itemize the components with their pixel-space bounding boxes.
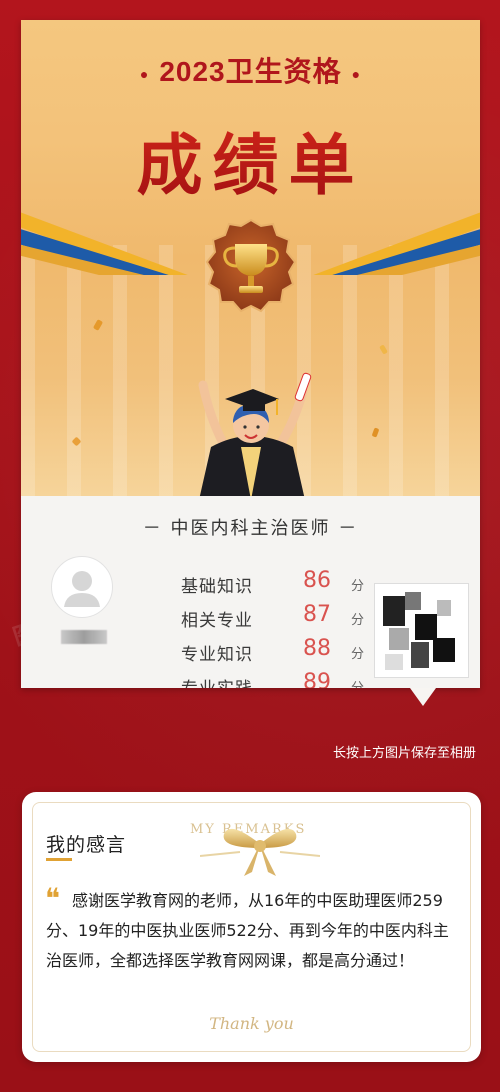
- score-row: 基础知识 86 分: [181, 568, 381, 602]
- qr-code-redacted: [374, 583, 469, 678]
- score-label: 相关专业: [181, 611, 253, 631]
- score-unit: 分: [351, 579, 365, 594]
- heading-underline: [46, 858, 72, 861]
- trophy-badge-icon: [205, 218, 297, 313]
- exam-subject: － 中医内科主治医师 －: [142, 518, 359, 539]
- testimonial-card: MY REMARKS 我的感言 ❝ 感谢医学教育网的老师，从16年的中医助理医师…: [22, 792, 481, 1062]
- thank-you-signoff: Thank you: [209, 1014, 294, 1033]
- score-label: 基础知识: [181, 577, 253, 597]
- score-unit: 分: [351, 647, 365, 662]
- ribbon-right: [313, 212, 480, 275]
- avatar: [51, 556, 113, 618]
- callout-pointer: [410, 688, 436, 706]
- user-placeholder-icon: [64, 571, 100, 607]
- score-row: 相关专业 87 分: [181, 602, 381, 636]
- score-label: 专业实践: [181, 674, 253, 688]
- score-label: 专业知识: [181, 645, 253, 665]
- score-unit: 分: [351, 677, 364, 688]
- certificate-poster: ● 2023卫生资格 ● 成绩单: [21, 20, 480, 496]
- graduate-illustration: [198, 372, 312, 496]
- score-value: 86: [303, 568, 331, 593]
- score-panel: － 中医内科主治医师 － 基础知识 86 分 相关专业 87 分 专业知识 88: [21, 496, 480, 688]
- save-image-tip: 长按上方图片保存至相册: [332, 746, 476, 761]
- ribbon-left: [21, 212, 188, 275]
- score-list: 基础知识 86 分 相关专业 87 分 专业知识 88 分 专业实践 89 分: [181, 568, 381, 688]
- score-certificate-image[interactable]: ● 2023卫生资格 ● 成绩单 － 中医内科主治医师 － 基础知识 86 分 …: [21, 20, 480, 688]
- testimonial-heading: 我的感言: [46, 834, 127, 856]
- user-name-redacted: [61, 630, 107, 644]
- score-row: 专业实践 89 分: [181, 670, 381, 688]
- score-row: 专业知识 88 分: [181, 636, 381, 670]
- score-value: 89: [303, 670, 331, 688]
- score-unit: 分: [351, 613, 365, 628]
- poster-year-title: ● 2023卫生资格 ●: [139, 56, 362, 87]
- testimonial-text: 感谢医学教育网的老师，从16年的中医助理医师259分、19年的中医执业医师522…: [46, 891, 449, 970]
- score-value: 87: [303, 602, 331, 627]
- score-value: 88: [303, 636, 331, 661]
- ribbon-bow-icon: [200, 828, 320, 876]
